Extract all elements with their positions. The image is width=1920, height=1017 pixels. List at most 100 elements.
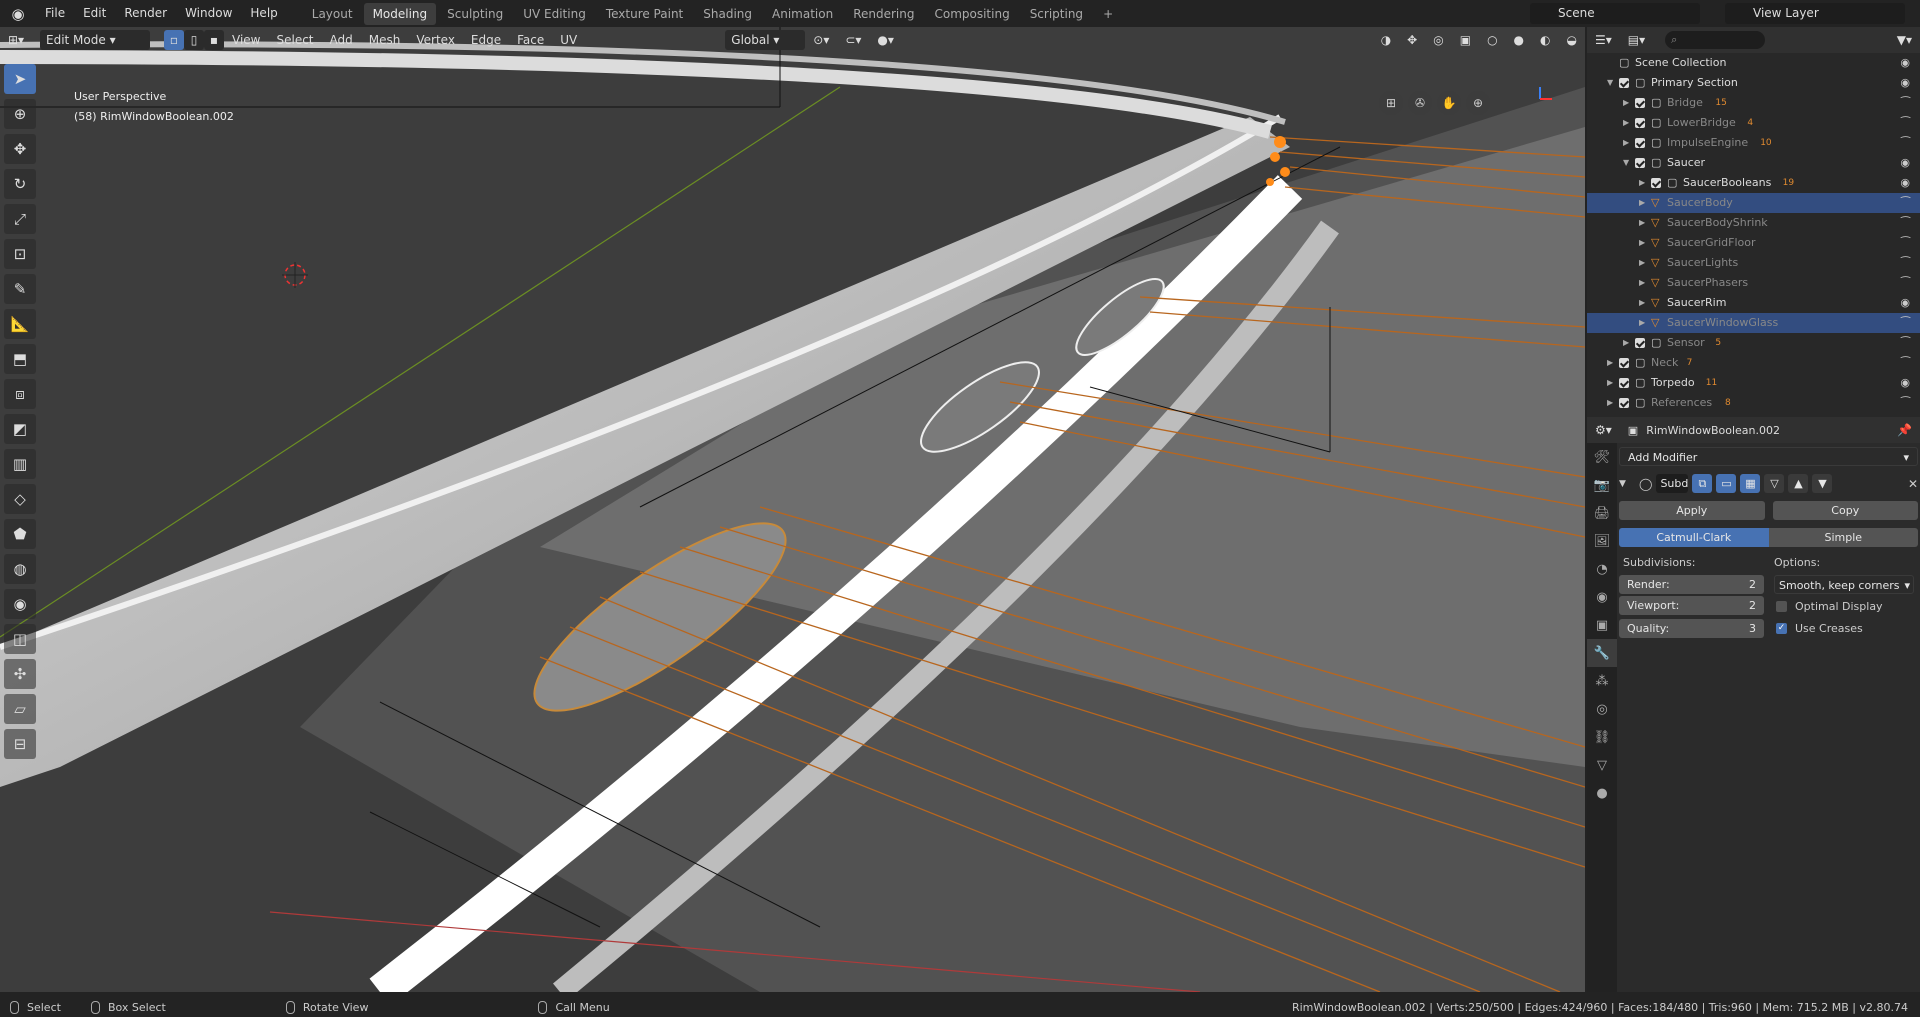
particles-tab-icon[interactable]: ⁂ [1587, 667, 1617, 695]
menu-vertex[interactable]: Vertex [408, 30, 463, 50]
menu-add[interactable]: Add [322, 30, 361, 50]
collapsed-arrow-icon[interactable]: ▶ [1639, 253, 1645, 273]
visibility-eye-icon[interactable]: ⁀ [1901, 393, 1910, 413]
shading-rendered-icon[interactable]: ◒ [1559, 30, 1585, 50]
visibility-eye-icon[interactable]: ⁀ [1901, 193, 1910, 213]
editmode-toggle-icon[interactable]: ⧉ [1692, 474, 1713, 493]
collapsed-arrow-icon[interactable]: ▶ [1607, 393, 1613, 413]
outliner-search-input[interactable]: ⌕ [1665, 31, 1766, 49]
menu-file[interactable]: File [36, 0, 74, 27]
outliner-editor-icon[interactable]: ☰▾ [1587, 30, 1620, 50]
overlays-icon[interactable]: ◎ [1425, 30, 1451, 50]
quality-field[interactable]: Quality: 3 [1619, 619, 1764, 638]
knife-icon[interactable]: ◇ [4, 484, 36, 514]
visibility-eye-icon[interactable]: ⁀ [1901, 93, 1910, 113]
menu-edit[interactable]: Edit [74, 0, 115, 27]
shear-icon[interactable]: ▱ [4, 694, 36, 724]
material-tab-icon[interactable]: ● [1587, 779, 1617, 807]
gizmo-icon[interactable]: ✥ [1399, 30, 1425, 50]
menu-help[interactable]: Help [241, 0, 286, 27]
pivot-icon[interactable]: ⊙▾ [805, 30, 837, 50]
bevel-icon[interactable]: ◩ [4, 414, 36, 444]
zoom-icon[interactable]: ⊕ [1466, 91, 1490, 115]
collapsed-arrow-icon[interactable]: ▶ [1607, 353, 1613, 373]
menu-edge[interactable]: Edge [463, 30, 509, 50]
visibility-eye-icon[interactable]: ◉ [1900, 173, 1910, 193]
visibility-eye-icon[interactable]: ◉ [1900, 373, 1910, 393]
select-box-icon[interactable]: ➤ [4, 64, 36, 94]
visibility-eye-icon[interactable]: ◉ [1900, 53, 1910, 73]
scene-selector[interactable]: Scene [1530, 3, 1700, 24]
pin-icon[interactable]: 📌 [1889, 420, 1920, 440]
collapsed-arrow-icon[interactable]: ▶ [1639, 173, 1645, 193]
outliner-row[interactable]: ▶ ▽ SaucerLights ⁀ [1587, 253, 1920, 273]
add-workspace-button[interactable]: + [1094, 3, 1122, 25]
inset-icon[interactable]: ⧈ [4, 379, 36, 409]
annotate-icon[interactable]: ✎ [4, 274, 36, 304]
modifier-tab-icon[interactable]: 🔧 [1587, 639, 1617, 667]
collapsed-arrow-icon[interactable]: ▶ [1623, 133, 1629, 153]
expanded-arrow-icon[interactable]: ▼ [1607, 73, 1613, 93]
transform-icon[interactable]: ⊡ [4, 239, 36, 269]
exclude-checkbox[interactable] [1619, 358, 1629, 368]
vertex-select-icon[interactable]: ▫ [164, 30, 184, 50]
copy-button[interactable]: Copy [1772, 501, 1918, 520]
add-modifier-dropdown[interactable]: Add Modifier ▾ [1619, 447, 1918, 466]
exclude-checkbox[interactable] [1635, 138, 1645, 148]
face-select-icon[interactable]: ▪ [204, 30, 224, 50]
visibility-eye-icon[interactable]: ⁀ [1901, 253, 1910, 273]
render-tab-icon[interactable]: 📷 [1587, 471, 1617, 499]
smooth-icon[interactable]: ◉ [4, 589, 36, 619]
tab-animation[interactable]: Animation [763, 3, 842, 25]
render-toggle-icon[interactable]: ▦ [1740, 474, 1761, 493]
shrink-fatten-icon[interactable]: ✣ [4, 659, 36, 689]
outliner-row[interactable]: ▶ ▢ Torpedo 11 ◉ [1587, 373, 1920, 393]
transform-orientation[interactable]: Global ▾ [725, 30, 806, 50]
exclude-checkbox[interactable] [1635, 98, 1645, 108]
loop-cut-icon[interactable]: ▥ [4, 449, 36, 479]
catmull-clark-button[interactable]: Catmull-Clark [1619, 528, 1769, 547]
exclude-checkbox[interactable] [1635, 118, 1645, 128]
tab-shading[interactable]: Shading [694, 3, 761, 25]
visibility-eye-icon[interactable]: ◉ [1900, 153, 1910, 173]
outliner-row[interactable]: ▶ ▢ ImpulseEngine 10 ⁀ [1587, 133, 1920, 153]
visibility-eye-icon[interactable]: ◉ [1900, 293, 1910, 313]
collapsed-arrow-icon[interactable]: ▶ [1639, 213, 1645, 233]
mode-selector[interactable]: Edit Mode ▾ [40, 30, 150, 50]
outliner-row[interactable]: ▶ ▽ SaucerGridFloor ⁀ [1587, 233, 1920, 253]
output-tab-icon[interactable]: 🖨 [1587, 499, 1617, 527]
outliner-row[interactable]: ▼ ▢ Saucer ◉ [1587, 153, 1920, 173]
camera-icon[interactable]: ✇ [1408, 91, 1432, 115]
rip-icon[interactable]: ⊟ [4, 729, 36, 759]
edge-slide-icon[interactable]: ◫ [4, 624, 36, 654]
visibility-eye-icon[interactable]: ⁀ [1901, 333, 1910, 353]
outliner-row[interactable]: ▶ ▢ Bridge 15 ⁀ [1587, 93, 1920, 113]
tab-compositing[interactable]: Compositing [925, 3, 1018, 25]
simple-button[interactable]: Simple [1768, 528, 1918, 547]
visibility-eye-icon[interactable]: ⁀ [1901, 113, 1910, 133]
view-layer-selector[interactable]: View Layer [1725, 3, 1905, 24]
poly-build-icon[interactable]: ⬟ [4, 519, 36, 549]
visibility-eye-icon[interactable]: ⁀ [1901, 353, 1910, 373]
menu-select[interactable]: Select [268, 30, 321, 50]
outliner-row[interactable]: ▶ ▽ SaucerRim ◉ [1587, 293, 1920, 313]
edge-select-icon[interactable]: ▯ [184, 30, 204, 50]
proportional-edit-icon[interactable]: ●▾ [869, 30, 902, 50]
tab-rendering[interactable]: Rendering [844, 3, 923, 25]
visibility-eye-icon[interactable]: ◉ [1900, 73, 1910, 93]
remove-modifier-icon[interactable]: ✕ [1908, 477, 1918, 491]
exclude-checkbox[interactable] [1651, 178, 1661, 188]
rotate-icon[interactable]: ↻ [4, 169, 36, 199]
uv-smooth-dropdown[interactable]: Smooth, keep corners ▾ [1774, 575, 1914, 594]
visibility-eye-icon[interactable]: ⁀ [1901, 213, 1910, 233]
object-tab-icon[interactable]: ▣ [1587, 611, 1617, 639]
cage-toggle-icon[interactable]: ▽ [1764, 474, 1785, 493]
blender-logo-icon[interactable]: ◉ [0, 5, 36, 23]
tab-sculpting[interactable]: Sculpting [438, 3, 512, 25]
collapsed-arrow-icon[interactable]: ▶ [1639, 233, 1645, 253]
viewport-levels-field[interactable]: Viewport: 2 [1619, 596, 1764, 615]
expanded-arrow-icon[interactable]: ▼ [1623, 153, 1629, 173]
optimal-display-option[interactable]: Optimal Display [1774, 595, 1914, 617]
snap-icon[interactable]: ⊂▾ [837, 30, 869, 50]
apply-button[interactable]: Apply [1619, 501, 1765, 520]
